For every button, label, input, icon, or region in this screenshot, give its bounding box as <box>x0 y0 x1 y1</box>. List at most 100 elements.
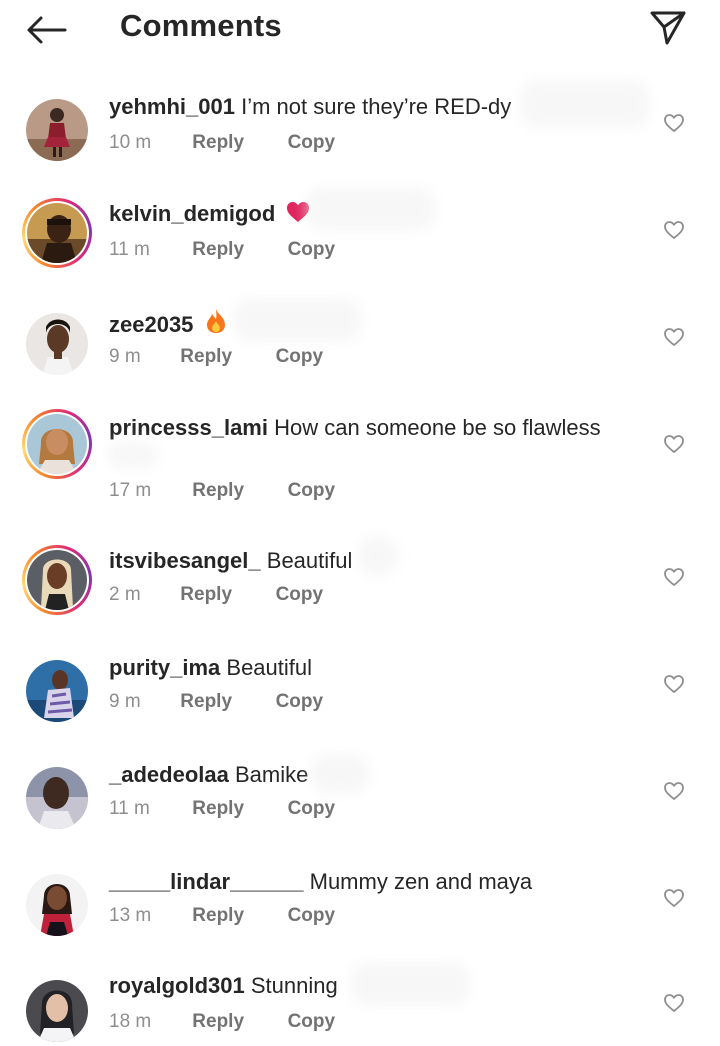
comment-meta: 9 m Reply Copy <box>109 690 323 714</box>
comment-text-line: kelvin_demigod <box>109 200 311 231</box>
comment-body: Bamike <box>234 762 309 787</box>
comment-meta: 10 m Reply Copy <box>109 131 335 155</box>
comment-username[interactable]: itsvibesangel_ <box>109 548 261 573</box>
like-button[interactable] <box>660 885 688 911</box>
copy-button[interactable]: Copy <box>288 479 336 503</box>
heart-outline-icon <box>664 782 684 800</box>
like-button[interactable] <box>660 110 688 136</box>
blurred-region <box>520 80 650 128</box>
heart-outline-icon <box>664 435 684 453</box>
comment-username[interactable]: zee2035 <box>109 312 193 337</box>
heart-outline-icon <box>664 114 684 132</box>
reply-button[interactable]: Reply <box>192 479 282 503</box>
like-button[interactable] <box>660 431 688 457</box>
blurred-region <box>305 187 435 231</box>
blurred-region <box>232 298 362 342</box>
comment-text-line: _adedeolaa Bamike <box>109 761 308 789</box>
comment-time: 10 m <box>109 132 152 153</box>
avatar[interactable] <box>22 870 92 940</box>
comment-body: Mummy zen and maya <box>309 869 533 894</box>
reply-button[interactable]: Reply <box>180 583 270 607</box>
like-button[interactable] <box>660 564 688 590</box>
comment-meta: 18 m Reply Copy <box>109 1010 335 1034</box>
comment-text-line: royalgold301 Stunning <box>109 972 338 1000</box>
comment-text-line: itsvibesangel_ Beautiful <box>109 547 352 575</box>
comment-item: itsvibesangel_ Beautiful 2 m Reply Copy <box>0 530 720 630</box>
avatar[interactable] <box>22 309 92 379</box>
comment-text-line: zee2035 <box>109 307 228 342</box>
heart-outline-icon <box>664 675 684 693</box>
comment-meta: 11 m Reply Copy <box>109 238 335 262</box>
reply-button[interactable]: Reply <box>192 797 282 821</box>
comment-item: kelvin_demigod 11 m Reply Copy <box>0 183 720 283</box>
like-button[interactable] <box>660 217 688 243</box>
avatar[interactable] <box>22 656 92 726</box>
copy-button[interactable]: Copy <box>288 131 336 155</box>
comment-text-line: yehmhi_001 I’m not sure they’re RED-dy <box>109 93 511 121</box>
heart-outline-icon <box>664 889 684 907</box>
copy-button[interactable]: Copy <box>288 904 336 928</box>
fire-emoji <box>204 307 228 342</box>
comment-item: yehmhi_001 I’m not sure they’re RED-dy 1… <box>0 76 720 176</box>
comment-username[interactable]: kelvin_demigod <box>109 201 275 226</box>
copy-button[interactable]: Copy <box>288 797 336 821</box>
blurred-region <box>310 754 370 794</box>
reply-button[interactable]: Reply <box>180 690 270 714</box>
comment-time: 11 m <box>109 798 150 819</box>
arrow-left-icon <box>27 16 67 44</box>
heart-outline-icon <box>664 994 684 1012</box>
comment-meta: 11 m Reply Copy <box>109 797 335 821</box>
copy-button[interactable]: Copy <box>276 345 324 369</box>
comment-time: 9 m <box>109 691 141 712</box>
reply-button[interactable]: Reply <box>192 238 282 262</box>
copy-button[interactable]: Copy <box>276 583 324 607</box>
reply-button[interactable]: Reply <box>192 131 282 155</box>
like-button[interactable] <box>660 778 688 804</box>
reply-button[interactable]: Reply <box>192 1010 282 1034</box>
copy-button[interactable]: Copy <box>288 238 336 262</box>
share-button[interactable] <box>644 6 692 50</box>
comment-item: princesss_lami How can someone be so fla… <box>0 397 720 512</box>
avatar-story-ring[interactable] <box>22 409 92 479</box>
comment-body: Beautiful <box>266 548 353 573</box>
comment-time: 2 m <box>109 584 141 605</box>
comment-body: How can someone be so flawless <box>274 415 601 440</box>
comment-time: 17 m <box>109 480 152 501</box>
heart-outline-icon <box>664 328 684 346</box>
comment-body: Beautiful <box>226 655 313 680</box>
avatar[interactable] <box>22 95 92 165</box>
comment-body: Stunning <box>250 973 338 998</box>
comment-username[interactable]: _adedeolaa <box>109 762 229 787</box>
comment-meta: 13 m Reply Copy <box>109 904 335 928</box>
comment-text-line: purity_ima Beautiful <box>109 654 312 682</box>
comment-username[interactable]: royalgold301 <box>109 973 245 998</box>
reply-button[interactable]: Reply <box>192 904 282 928</box>
copy-button[interactable]: Copy <box>276 690 324 714</box>
avatar-story-ring[interactable] <box>22 545 92 615</box>
comment-username[interactable]: yehmhi_001 <box>109 94 235 119</box>
comment-meta: 2 m Reply Copy <box>109 583 323 607</box>
heart-outline-icon <box>664 221 684 239</box>
blurred-region <box>108 441 158 469</box>
like-button[interactable] <box>660 324 688 350</box>
comment-username[interactable]: purity_ima <box>109 655 220 680</box>
avatar[interactable] <box>22 763 92 833</box>
comment-time: 18 m <box>109 1011 152 1032</box>
back-button[interactable] <box>22 10 70 50</box>
comments-header: Comments <box>0 0 720 56</box>
copy-button[interactable]: Copy <box>288 1010 336 1034</box>
reply-button[interactable]: Reply <box>180 345 270 369</box>
like-button[interactable] <box>660 671 688 697</box>
like-button[interactable] <box>660 990 688 1016</box>
blurred-region <box>358 536 398 576</box>
comment-username[interactable]: _____lindar______ <box>109 869 304 894</box>
comment-item: _adedeolaa Bamike 11 m Reply Copy <box>0 744 720 844</box>
comment-meta: 9 m Reply Copy <box>109 345 323 369</box>
paper-plane-icon <box>650 11 686 45</box>
avatar[interactable] <box>22 976 92 1046</box>
comment-text-line: princesss_lami How can someone be so fla… <box>109 414 601 442</box>
comment-username[interactable]: princesss_lami <box>109 415 268 440</box>
comment-item: _____lindar______ Mummy zen and maya 13 … <box>0 851 720 951</box>
heart-outline-icon <box>664 568 684 586</box>
avatar-story-ring[interactable] <box>22 198 92 268</box>
